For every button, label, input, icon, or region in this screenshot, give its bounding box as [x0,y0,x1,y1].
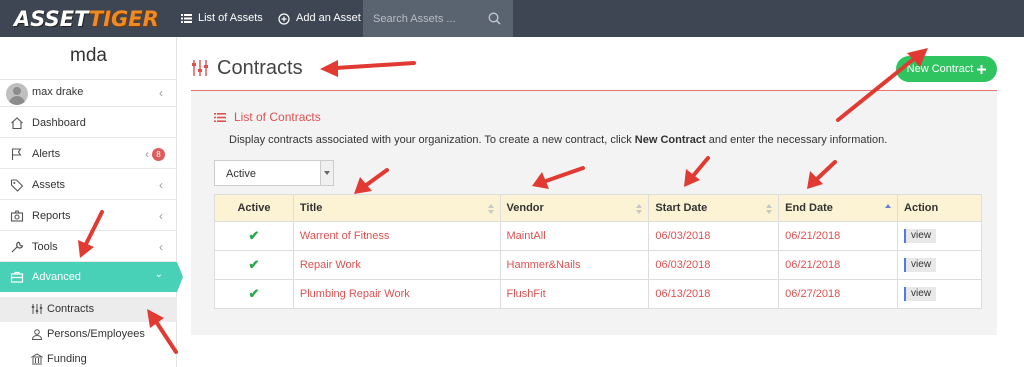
sidebar: mda max drake ‹ Dashboard Alerts ‹ 8 Ass… [0,37,183,367]
list-icon [214,112,226,122]
table-row: ✔ Warrent of Fitness MaintAll 06/03/2018… [214,221,982,251]
search-icon[interactable] [488,12,501,25]
sidebar-item-assets[interactable]: Assets ‹ [0,170,177,200]
chevron-left-icon: ‹ [145,147,149,161]
panel-title: List of Contracts [234,110,321,124]
contract-end-date: 06/21/2018 [778,250,899,280]
chevron-left-icon: ‹ [159,240,163,254]
organization-name: mda [70,45,107,66]
sidebar-item-label: Assets [32,179,66,191]
avatar [6,83,28,105]
panel-header: List of Contracts [214,110,321,124]
check-icon: ✔ [248,228,260,243]
wrench-icon [11,241,24,253]
user-name: max drake [32,86,84,98]
list-icon [181,14,192,23]
briefcase-icon [10,271,24,283]
list-assets-label: List of Assets [198,12,263,24]
column-header-end-date[interactable]: End Date [778,194,899,222]
chevron-left-icon: ‹ [159,178,163,192]
view-button[interactable]: view [904,258,937,272]
contract-end-date: 06/27/2018 [778,279,899,309]
contracts-table: Active Title Vendor Start Date End Date … [214,194,982,309]
page-title: Contracts [217,57,303,79]
add-asset-label: Add an Asset [296,12,361,24]
sidebar-item-reports[interactable]: Reports ‹ [0,201,177,231]
sort-icon [636,204,643,214]
sidebar-item-label: Advanced [32,271,81,283]
description-text: Display contracts associated with your o… [229,134,888,146]
sidebar-item-dashboard[interactable]: Dashboard [0,108,177,138]
sidebar-item-label: Reports [32,210,71,222]
search-input[interactable] [373,10,488,27]
top-navbar: ASSETTIGER List of Assets Add an Asset [0,0,1024,37]
logo[interactable]: ASSETTIGER [14,6,159,32]
check-icon: ✔ [248,286,260,301]
sort-icon [766,204,773,214]
view-button[interactable]: view [904,287,937,301]
status-filter-value: Active [226,168,256,180]
sidebar-item-label: Tools [32,241,58,253]
sidebar-subitem-contracts[interactable]: Contracts [0,297,177,322]
new-contract-label: New Contract [906,63,974,75]
sliders-icon [192,60,208,76]
sidebar-item-label: Dashboard [32,117,86,129]
check-icon: ✔ [248,257,260,272]
contract-start-date: 06/03/2018 [648,221,780,251]
sidebar-item-alerts[interactable]: Alerts ‹ 8 [0,139,177,169]
sidebar-item-advanced[interactable]: Advanced ⌄ [0,262,183,292]
column-header-action: Action [897,194,982,222]
chevron-left-icon: ‹ [159,209,163,223]
contract-title[interactable]: Plumbing Repair Work [292,279,501,309]
caret-down-icon [320,161,333,185]
contract-vendor: MaintAll [499,221,650,251]
sidebar-item-label: Alerts [32,148,61,160]
annotation-arrow [320,60,416,77]
search-box [363,0,513,37]
plus-circle-icon [278,12,290,25]
table-row: ✔ Plumbing Repair Work FlushFit 06/13/20… [214,279,982,309]
add-asset-link[interactable]: Add an Asset [278,0,361,37]
home-icon [11,117,23,130]
flag-icon [11,148,22,160]
contract-title[interactable]: Repair Work [292,250,501,280]
chevron-down-icon: ⌄ [154,269,163,280]
tags-icon [10,179,24,192]
table-row: ✔ Repair Work Hammer&Nails 06/03/2018 06… [214,250,982,280]
list-assets-link[interactable]: List of Assets [181,0,263,37]
column-header-active[interactable]: Active [214,194,294,222]
sliders-icon [31,304,43,314]
sort-ascending-icon [885,204,892,214]
plus-icon [977,64,987,74]
new-contract-button[interactable]: New Contract [896,56,997,82]
chevron-left-icon: ‹ [159,86,163,100]
column-header-vendor[interactable]: Vendor [499,194,650,222]
sort-icon [487,204,494,214]
reports-icon [10,210,24,222]
sidebar-item-tools[interactable]: Tools ‹ [0,232,177,262]
contract-vendor: Hammer&Nails [499,250,650,280]
column-header-start-date[interactable]: Start Date [648,194,780,222]
table-header-row: Active Title Vendor Start Date End Date … [214,194,982,222]
alerts-count-badge: 8 [152,148,165,161]
sidebar-subitem-label: Contracts [47,303,95,315]
sidebar-subitem-funding[interactable]: Funding [0,347,177,367]
sidebar-subitem-persons[interactable]: Persons/Employees [0,322,177,347]
contract-end-date: 06/21/2018 [778,221,899,251]
sidebar-subitem-label: Persons/Employees [47,328,145,340]
contract-vendor: FlushFit [499,279,650,309]
view-button[interactable]: view [904,229,937,243]
contract-title[interactable]: Warrent of Fitness [292,221,501,251]
column-header-title[interactable]: Title [292,194,501,222]
bank-icon [31,353,43,365]
user-menu[interactable]: max drake ‹ [0,79,177,107]
users-icon [31,329,43,340]
contract-start-date: 06/13/2018 [648,279,780,309]
contract-start-date: 06/03/2018 [648,250,780,280]
sidebar-subitem-label: Funding [47,353,87,365]
status-filter-select[interactable]: Active [214,160,334,186]
